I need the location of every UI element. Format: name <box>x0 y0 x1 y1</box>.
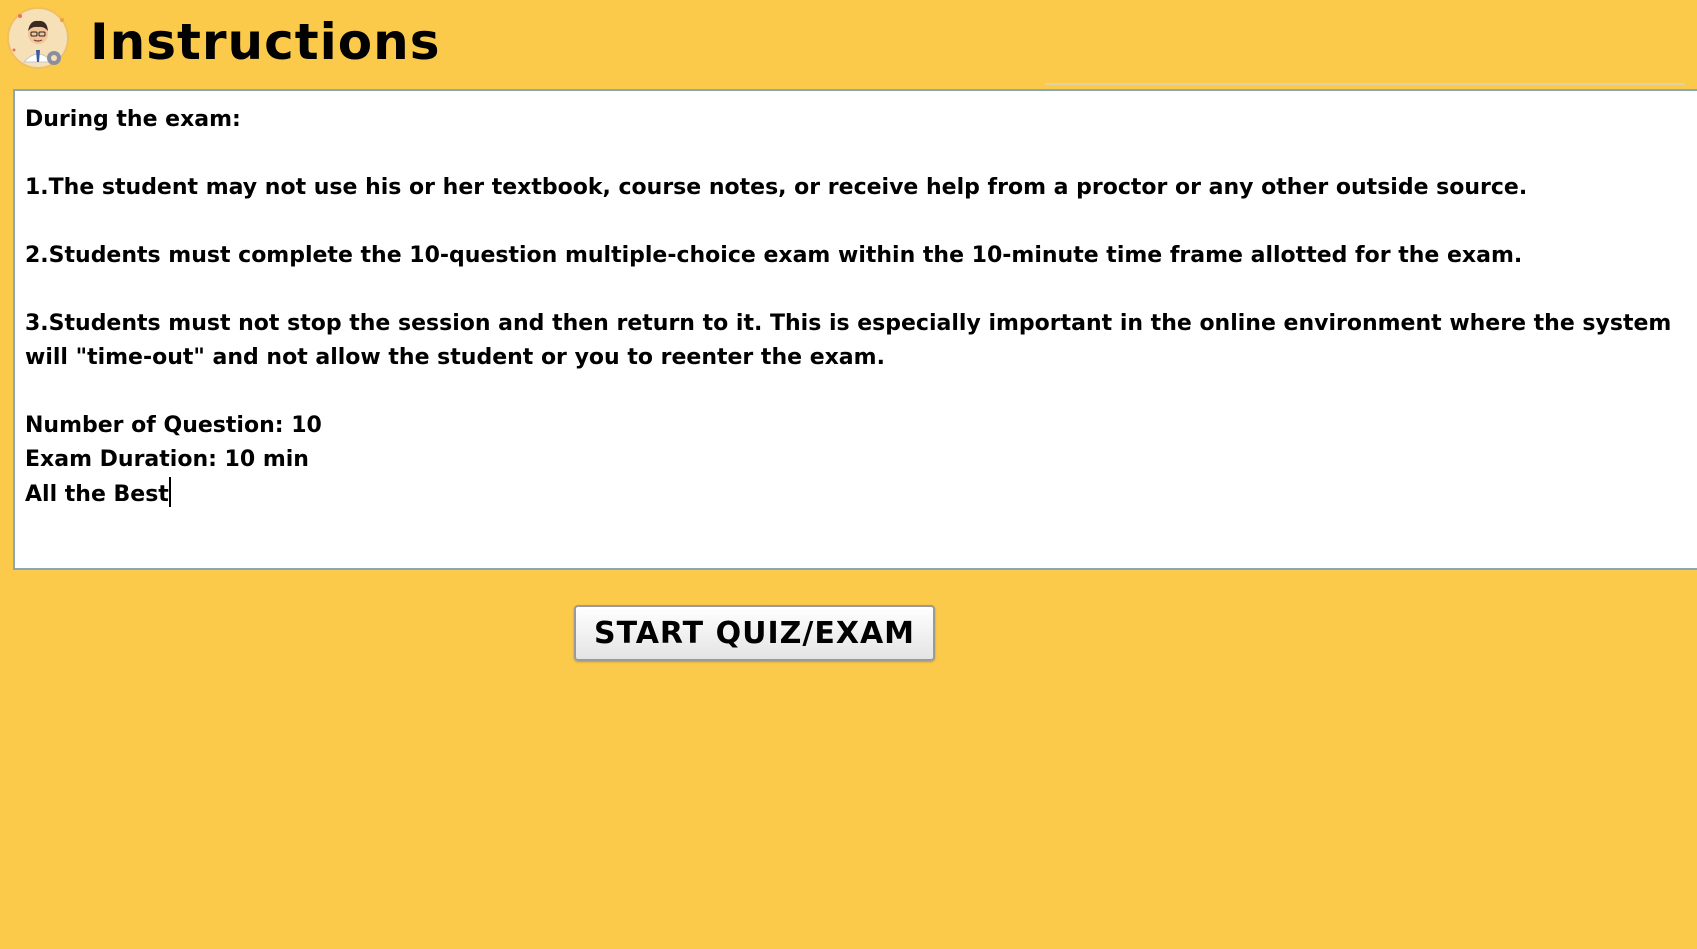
header-divider <box>1045 83 1685 85</box>
teacher-avatar-icon <box>6 6 70 70</box>
header: Instructions <box>0 0 1697 88</box>
rule-1: 1.The student may not use his or her tex… <box>25 175 1528 200</box>
number-of-questions: Number of Question: 10 <box>25 413 322 438</box>
instructions-text-area[interactable]: During the exam: 1.The student may not u… <box>13 89 1697 570</box>
start-quiz-button[interactable]: START QUIZ/EXAM <box>574 605 935 661</box>
page-title: Instructions <box>90 13 441 71</box>
instructions-intro: During the exam: <box>25 107 241 132</box>
exam-duration: Exam Duration: 10 min <box>25 447 309 472</box>
closing-text: All the Best <box>25 482 169 507</box>
rule-3-continued: will "time-out" and not allow the studen… <box>25 345 885 370</box>
rule-3: 3.Students must not stop the session and… <box>25 311 1672 336</box>
text-caret <box>168 477 171 507</box>
closing-line: All the Best <box>25 477 1687 512</box>
rule-2: 2.Students must complete the 10-question… <box>25 243 1523 268</box>
instructions-window: Instructions During the exam: 1.The stud… <box>0 0 1697 949</box>
